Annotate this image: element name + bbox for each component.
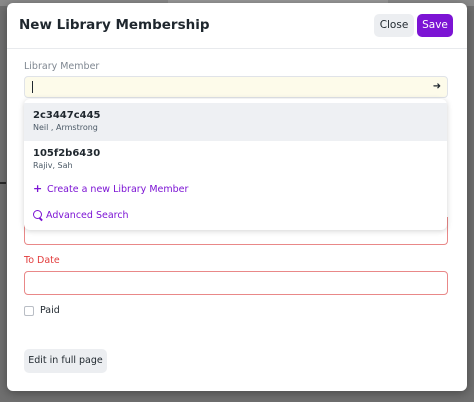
to-date-label: To Date <box>24 255 60 266</box>
create-library-member-link[interactable]: + Create a new Library Member <box>33 182 188 198</box>
dialog-header: New Library Membership Close Save <box>7 3 467 49</box>
paid-checkbox[interactable] <box>24 306 34 316</box>
option-id: 2c3447c445 <box>33 110 101 121</box>
dropdown-option[interactable]: 2c3447c445 Neil , Armstrong <box>24 103 447 141</box>
save-button[interactable]: Save <box>417 14 453 37</box>
dialog-title: New Library Membership <box>19 17 210 33</box>
arrow-right-icon[interactable]: ➜ <box>431 80 443 94</box>
option-name: Rajiv, Sah <box>33 161 73 170</box>
advanced-search-label: Advanced Search <box>46 210 129 221</box>
create-label: Create a new Library Member <box>47 184 189 195</box>
dropdown-option[interactable]: 105f2b6430 Rajiv, Sah <box>24 141 447 179</box>
background-text-fragment <box>0 182 6 184</box>
paid-label: Paid <box>40 305 60 316</box>
library-member-label: Library Member <box>24 61 100 72</box>
new-library-membership-dialog: New Library Membership Close Save Librar… <box>7 3 467 391</box>
option-name: Neil , Armstrong <box>33 123 98 132</box>
library-member-dropdown: 2c3447c445 Neil , Armstrong 105f2b6430 R… <box>24 99 447 230</box>
library-member-input[interactable]: ➜ <box>24 76 448 98</box>
text-cursor <box>32 81 33 93</box>
to-date-input[interactable] <box>24 271 448 295</box>
plus-icon: + <box>33 182 43 195</box>
option-id: 105f2b6430 <box>33 148 101 159</box>
advanced-search-link[interactable]: Advanced Search <box>33 209 129 225</box>
edit-in-full-page-button[interactable]: Edit in full page <box>24 349 107 373</box>
close-button[interactable]: Close <box>374 14 414 37</box>
search-icon <box>33 210 42 219</box>
